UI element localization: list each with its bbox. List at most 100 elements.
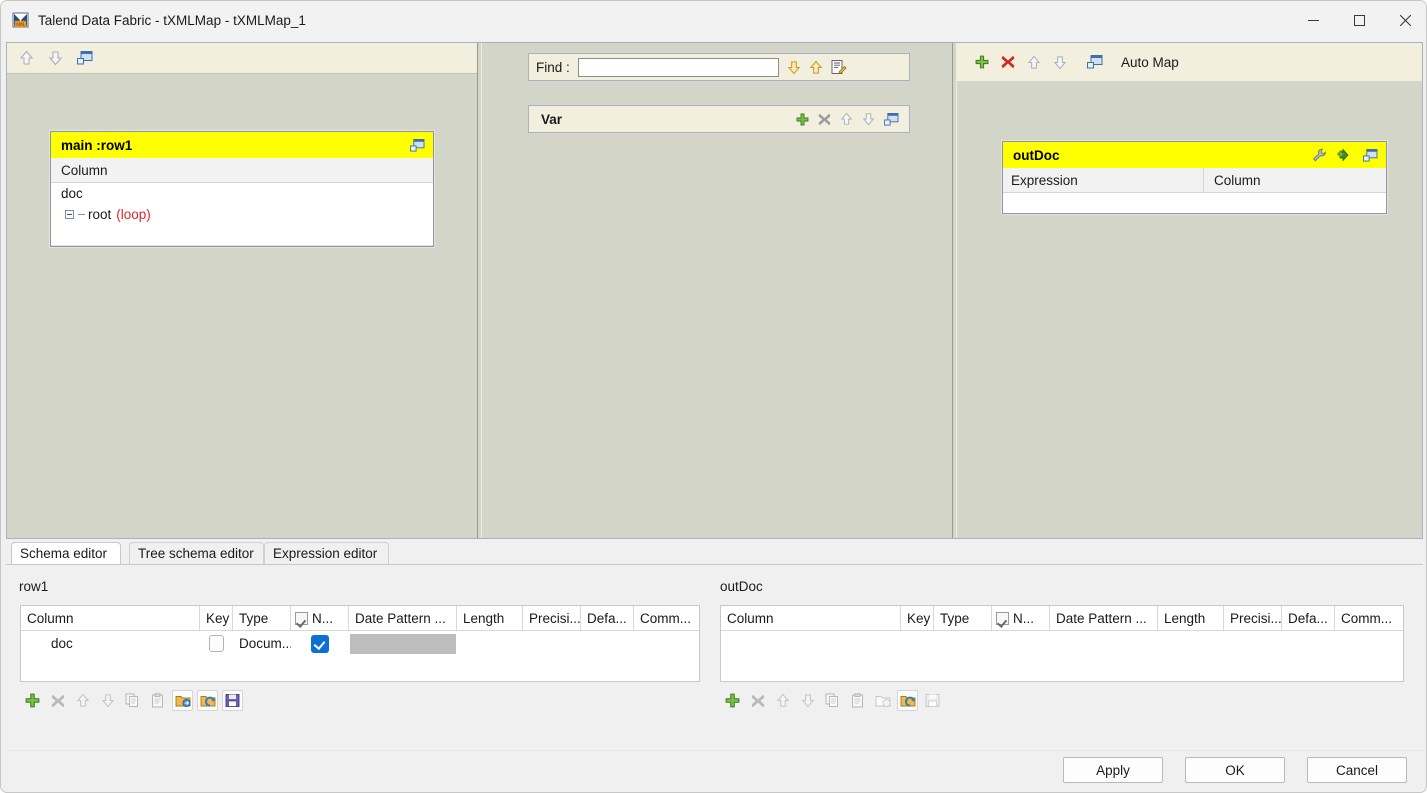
add-row-icon[interactable] [722, 690, 743, 711]
move-down-icon[interactable] [862, 112, 875, 126]
xml-map-icon: XML [12, 11, 30, 29]
move-up-icon [72, 690, 93, 711]
tab-expression-editor[interactable]: Expression editor [264, 542, 389, 564]
window-title: Talend Data Fabric - tXMLMap - tXMLMap_1 [38, 12, 306, 28]
move-up-icon[interactable] [1027, 55, 1041, 70]
cell-comment[interactable] [634, 631, 696, 656]
move-down-icon [797, 690, 818, 711]
cell-precision[interactable] [523, 631, 581, 656]
cancel-button[interactable]: Cancel [1307, 757, 1407, 783]
search-input[interactable] [577, 57, 779, 77]
col-header-type[interactable]: Type [233, 606, 291, 630]
cell-default[interactable] [581, 631, 634, 656]
col-header-precision[interactable]: Precisi... [523, 606, 581, 630]
auto-map-button[interactable]: Auto Map [1121, 55, 1179, 70]
tab-tree-schema-editor[interactable]: Tree schema editor [129, 542, 264, 564]
col-header-date-pattern[interactable]: Date Pattern ... [349, 606, 457, 630]
collapse-box-icon[interactable] [65, 210, 74, 219]
maximize-button[interactable] [1336, 1, 1382, 39]
left-schema-grid[interactable]: Column Key Type N... Date Pattern ... Le… [20, 605, 700, 682]
import-schema-icon[interactable] [172, 690, 193, 711]
minimize-panel-icon[interactable] [1087, 55, 1103, 69]
nullable-checkbox[interactable] [311, 634, 329, 653]
var-panel: Find : Var [482, 43, 952, 538]
move-down-icon [97, 690, 118, 711]
col-header-comment[interactable]: Comm... [634, 606, 696, 630]
ok-button[interactable]: OK [1185, 757, 1285, 783]
col-header-comment[interactable]: Comm... [1335, 606, 1400, 630]
cell-key[interactable] [200, 631, 233, 656]
apply-button[interactable]: Apply [1063, 757, 1163, 783]
output-panel: Auto Map outDoc Expression Column [957, 43, 1422, 538]
date-pattern-editor[interactable] [350, 633, 456, 654]
close-button[interactable] [1382, 1, 1426, 39]
nullable-header-checkbox[interactable] [295, 611, 308, 625]
add-output-icon[interactable] [975, 55, 989, 69]
add-icon[interactable] [796, 113, 809, 126]
svg-text:XML: XML [16, 22, 26, 28]
col-header-nullable[interactable]: N... [992, 606, 1050, 630]
find-next-down-icon[interactable] [787, 60, 801, 75]
output-panel-body: outDoc Expression Column [957, 81, 1422, 538]
col-header-column[interactable]: Column [21, 606, 200, 630]
dialog-footer: Apply OK Cancel [6, 750, 1423, 789]
table-row[interactable]: root (loop) [51, 204, 433, 225]
editor-tab-bar: Schema editor Tree schema editor Express… [6, 542, 1423, 565]
cell-date-pattern[interactable] [349, 631, 457, 656]
input-row-label: root [88, 207, 112, 222]
move-down-icon[interactable] [1053, 55, 1067, 70]
col-header-length[interactable]: Length [457, 606, 523, 630]
col-header-key[interactable]: Key [200, 606, 233, 630]
col-header-column[interactable]: Column [721, 606, 901, 630]
minimize-panel-icon[interactable] [77, 51, 93, 65]
table-row[interactable]: doc Docum... [21, 631, 699, 656]
col-header-type[interactable]: Type [934, 606, 992, 630]
right-schema-toolbar [722, 690, 943, 711]
right-schema-grid[interactable]: Column Key Type N... Date Pattern ... Le… [720, 605, 1404, 682]
title-bar: XML Talend Data Fabric - tXMLMap - tXMLM… [1, 1, 1426, 39]
key-checkbox[interactable] [209, 635, 224, 652]
bottom-editor-area: Schema editor Tree schema editor Express… [6, 542, 1423, 750]
save-schema-icon[interactable] [222, 690, 243, 711]
col-header-date-pattern[interactable]: Date Pattern ... [1050, 606, 1158, 630]
delete-output-icon[interactable] [1001, 55, 1015, 69]
col-header-key[interactable]: Key [901, 606, 934, 630]
find-previous-up-icon[interactable] [809, 60, 823, 75]
delete-icon[interactable] [818, 113, 831, 126]
col-header-nullable[interactable]: N... [291, 606, 349, 630]
input-column-header: Column [61, 162, 108, 178]
input-table-main-row1[interactable]: main :row1 Column doc root (loop) [50, 131, 434, 247]
cell-column[interactable]: doc [21, 631, 200, 656]
input-row-label: doc [61, 186, 83, 201]
var-table[interactable]: Var [528, 105, 910, 133]
add-row-icon[interactable] [22, 690, 43, 711]
output-table-rows [1003, 193, 1386, 213]
minimize-table-icon[interactable] [410, 138, 425, 152]
left-schema-toolbar [22, 690, 243, 711]
up-arrow-icon[interactable] [19, 50, 34, 66]
table-row[interactable]: doc [51, 183, 433, 204]
col-header-nullable-label: N... [1013, 610, 1035, 626]
cell-length[interactable] [457, 631, 523, 656]
col-header-default[interactable]: Defa... [1282, 606, 1335, 630]
find-options-icon[interactable] [831, 59, 847, 75]
col-header-length[interactable]: Length [1158, 606, 1224, 630]
cell-type[interactable]: Docum... [233, 631, 291, 656]
minimize-table-icon[interactable] [884, 112, 899, 126]
export-schema-icon[interactable] [197, 690, 218, 711]
add-column-icon[interactable] [1337, 148, 1353, 162]
left-schema-title: row1 [19, 579, 49, 594]
col-header-precision[interactable]: Precisi... [1224, 606, 1282, 630]
nullable-header-checkbox[interactable] [996, 611, 1009, 625]
col-header-default[interactable]: Defa... [581, 606, 634, 630]
output-table-outdoc[interactable]: outDoc Expression Column [1002, 141, 1387, 214]
settings-wrench-icon[interactable] [1312, 148, 1327, 163]
minimize-button[interactable] [1290, 1, 1336, 39]
tab-schema-editor[interactable]: Schema editor [11, 542, 121, 564]
tab-label: Schema editor [20, 546, 108, 561]
minimize-table-icon[interactable] [1363, 148, 1378, 162]
export-schema-icon[interactable] [897, 690, 918, 711]
cell-nullable[interactable] [291, 631, 349, 656]
move-up-icon[interactable] [840, 112, 853, 126]
down-arrow-icon[interactable] [48, 50, 63, 66]
